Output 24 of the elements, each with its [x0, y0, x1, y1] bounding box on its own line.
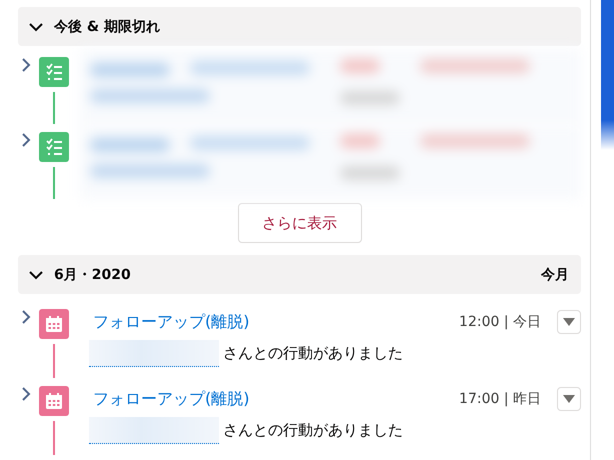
calendar-icon	[39, 309, 69, 339]
event-title-link[interactable]: フォローアップ(離脱)	[93, 388, 460, 410]
event-time: 12:00 | 今日	[459, 313, 541, 331]
event-description: さんとの行動がありました	[223, 421, 403, 440]
calendar-icon	[39, 386, 69, 416]
period-label: 今月	[541, 266, 569, 284]
event-time: 17:00 | 昨日	[459, 390, 541, 408]
show-more-button[interactable]: さらに表示	[238, 203, 362, 243]
section-title: 今後 & 期限切れ	[54, 18, 161, 36]
checklist-icon	[39, 132, 69, 162]
chevron-right-icon[interactable]	[21, 133, 31, 147]
dropdown-button[interactable]	[557, 310, 581, 334]
chevron-down-icon[interactable]	[29, 270, 43, 280]
caret-down-icon	[563, 395, 575, 403]
event-title-link[interactable]: フォローアップ(離脱)	[93, 312, 460, 332]
caret-down-icon	[563, 318, 575, 326]
event-description: さんとの行動がありました	[223, 344, 403, 363]
chevron-right-icon[interactable]	[21, 310, 31, 324]
chevron-down-icon[interactable]	[29, 22, 43, 32]
checklist-icon	[39, 57, 69, 87]
chevron-right-icon[interactable]	[21, 387, 31, 401]
section-title: 6月・2020	[54, 266, 132, 284]
chevron-right-icon[interactable]	[21, 58, 31, 72]
dropdown-button[interactable]	[557, 387, 581, 411]
